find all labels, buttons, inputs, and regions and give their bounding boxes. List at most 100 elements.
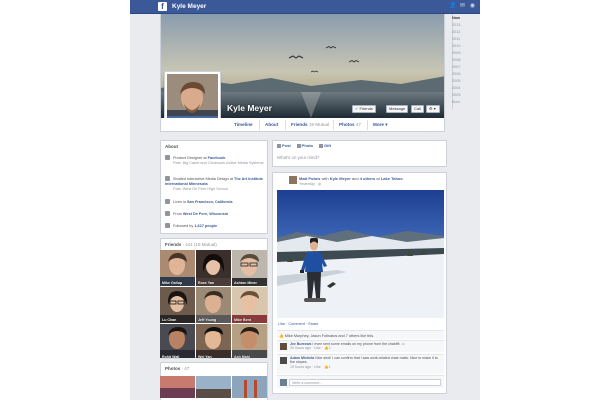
comment-input[interactable]: Write a comment... [289, 379, 441, 386]
story-author-link[interactable]: Matt Pobes [299, 176, 320, 181]
tab-photos[interactable]: Photos 47 [339, 122, 361, 127]
comment: Jez Burrows I even sent some emails on m… [277, 340, 444, 352]
friend-tile[interactable]: Jeff Young [196, 287, 231, 323]
friend-tile[interactable]: Rose Yan [196, 250, 231, 286]
photos-title-text: Photos [165, 366, 181, 371]
tab-timeline[interactable]: Timeline [234, 122, 253, 127]
comment: Adam Michela Nice shot! I can confirm th… [277, 354, 444, 374]
friend-name: Ashton Miner [234, 281, 257, 285]
messages-icon[interactable]: ✉ [459, 3, 466, 10]
photo-thumbnail[interactable] [160, 376, 195, 398]
avatar[interactable] [289, 176, 297, 184]
message-button[interactable]: Message [386, 105, 409, 113]
friends-title[interactable]: Friends · 441 (19 Mutual) [165, 242, 217, 247]
year-item[interactable]: 2010 [452, 44, 460, 48]
friend-photo [160, 324, 195, 358]
year-item[interactable]: Now [452, 16, 460, 20]
composer-tab-post[interactable]: Post [277, 143, 291, 148]
thumbs-up-icon: 👍 [279, 334, 284, 338]
friend-tile[interactable]: Wei Yan [196, 324, 231, 360]
graduation-cap-icon [165, 176, 170, 181]
tab-about[interactable]: About [265, 122, 278, 127]
tab-label: Photos [339, 122, 355, 127]
likes-text[interactable]: Mike Murphey, Jason Fotinatos and 7 othe… [285, 334, 374, 338]
friend-tile[interactable]: Ash Mahi [232, 324, 267, 360]
year-item[interactable]: 2013 [452, 23, 460, 27]
about-link[interactable]: 1,627 people [194, 224, 217, 228]
profile-name[interactable]: Kyle Meyer [227, 103, 272, 113]
comment-text: Adam Michela Nice shot! I can confirm th… [290, 356, 440, 369]
year-item[interactable]: 2003 [452, 93, 460, 97]
year-item[interactable]: 2009 [452, 51, 460, 55]
friend-name: Mike Gallup [162, 281, 183, 285]
rss-icon [165, 223, 170, 228]
friend-name: Rohit Wali [162, 355, 180, 359]
friend-tile[interactable]: Mike Bent [232, 287, 267, 323]
year-item[interactable]: 2005 [452, 79, 460, 83]
year-item[interactable]: Born [452, 100, 460, 104]
composer-tab-photo[interactable]: Photo [296, 143, 313, 148]
comment-meta[interactable]: 20 hours ago · Like · [290, 346, 324, 350]
year-item[interactable]: 2012 [452, 30, 460, 34]
place-link[interactable]: Lake Tahoe. [381, 176, 404, 181]
notifications-icon[interactable]: ◉ [469, 3, 476, 10]
tab-count: 19 Mutual [308, 122, 330, 127]
settings-button[interactable]: ⚙ ▾ [426, 105, 440, 113]
timestamp-text: Yesterday · [299, 182, 318, 186]
about-education: Studied Interactive Media Design at The … [165, 176, 265, 192]
friends-button[interactable]: ✓ Friends [352, 105, 376, 113]
top-bar-profile-name[interactable]: Kyle Meyer [172, 2, 206, 12]
tab-friends[interactable]: Friends 19 Mutual [291, 122, 329, 127]
composer: Post Photo Gift What's on your mind? [272, 140, 447, 167]
friend-tile[interactable]: Ashton Miner [232, 250, 267, 286]
tagged-friend-link[interactable]: Kyle Meyer [330, 176, 351, 181]
comment-text: Jez Burrows I even sent some emails on m… [290, 342, 440, 351]
avatar[interactable] [280, 357, 287, 364]
friend-name: Rose Yan [198, 281, 215, 285]
about-work: Product Designer at Facebook Past: Big C… [165, 155, 264, 166]
about-text: Studied Interactive Media Design at [173, 177, 234, 181]
friend-photo [196, 324, 231, 358]
photos-count: · 47 [181, 366, 190, 371]
home-icon [165, 199, 170, 204]
year-item[interactable]: 2008 [452, 58, 460, 62]
story-actions[interactable]: Like · Comment · Share [278, 322, 318, 326]
composer-tabs: Post Photo Gift [277, 143, 331, 148]
story-text: and [350, 176, 360, 181]
status-input[interactable]: What's on your mind? [277, 155, 319, 160]
facebook-logo-icon[interactable]: f [158, 2, 167, 11]
commenter-link[interactable]: Adam Michela [290, 356, 314, 360]
composer-tab-gift[interactable]: Gift [319, 143, 331, 148]
about-link[interactable]: West De Pere, Wisconsin [183, 212, 228, 216]
others-link[interactable]: 4 others [360, 176, 376, 181]
story-timestamp[interactable]: Yesterday · ◍ [299, 182, 321, 186]
about-text: From [173, 212, 183, 216]
photo-thumbnail[interactable] [232, 376, 267, 398]
year-item[interactable]: 2006 [452, 72, 460, 76]
story-photo[interactable] [277, 190, 444, 318]
comment-meta[interactable]: 19 hours ago · Like · [290, 365, 324, 369]
friend-requests-icon[interactable]: 👤 [449, 3, 456, 10]
friend-name: Mike Bent [234, 318, 251, 322]
friend-tile[interactable]: Rohit Wali [160, 324, 195, 360]
friends-title-text: Friends [165, 242, 182, 247]
call-button[interactable]: Call [411, 105, 424, 113]
about-link[interactable]: Facebook [208, 156, 226, 160]
top-bar-icons: 👤 ✉ ◉ [449, 3, 476, 10]
about-link[interactable]: San Francisco, California [187, 200, 233, 204]
write-comment-row: Write a comment... [277, 375, 444, 388]
tab-count: 47 [355, 122, 361, 127]
friend-tile[interactable]: Mike Gallup [160, 250, 195, 286]
year-item[interactable]: 2004 [452, 86, 460, 90]
about-lives: Lives in San Francisco, California [165, 199, 233, 205]
photos-title[interactable]: Photos · 47 [165, 366, 189, 371]
about-title: About [165, 144, 178, 149]
photo-image [196, 376, 231, 398]
photo-thumbnail[interactable] [196, 376, 231, 398]
avatar[interactable] [280, 343, 287, 350]
year-item[interactable]: 2007 [452, 65, 460, 69]
friend-tile[interactable]: Lu Chan [160, 287, 195, 323]
tab-more[interactable]: More ▾ [373, 122, 388, 128]
app-frame: f Kyle Meyer 👤 ✉ ◉ Kyle Meyer ✓ Friends … [130, 0, 480, 400]
year-item[interactable]: 2011 [452, 37, 460, 41]
